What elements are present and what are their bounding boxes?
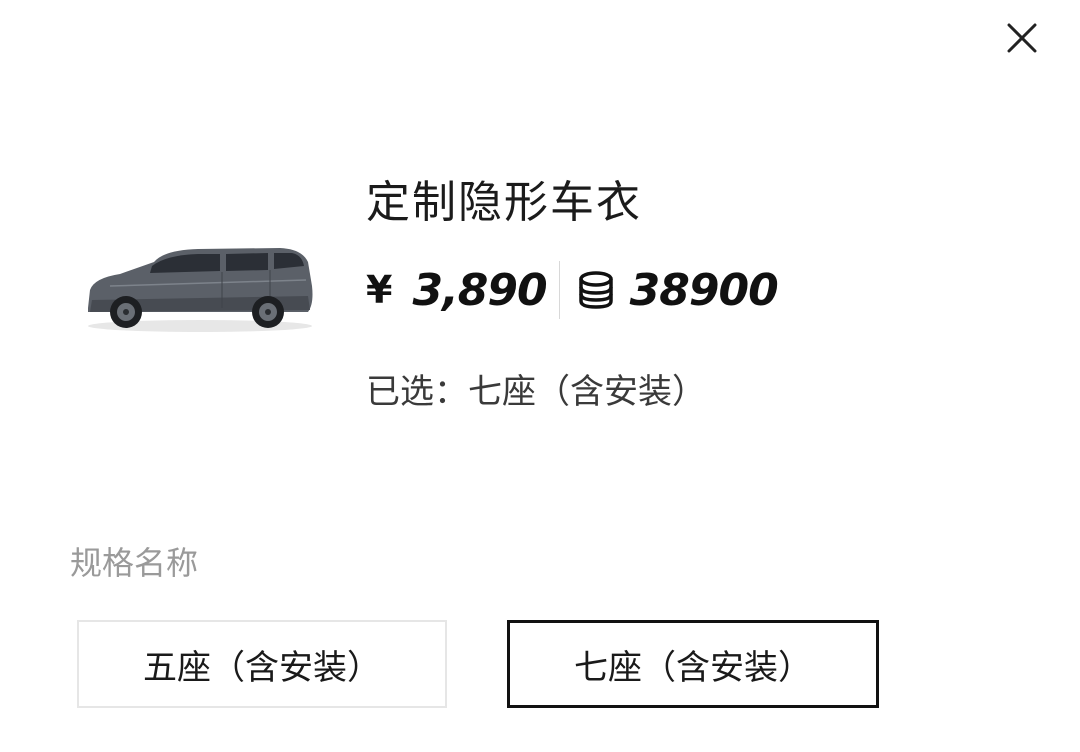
coin-stack-icon	[578, 271, 613, 309]
option-label: 七座（含安装）	[574, 647, 812, 688]
option-seven-seat[interactable]: 七座（含安装）	[507, 620, 879, 708]
close-button[interactable]	[1004, 20, 1040, 56]
price-divider	[558, 261, 560, 319]
price-value: 3,890	[412, 264, 547, 316]
option-five-seat[interactable]: 五座（含安装）	[77, 620, 447, 708]
close-icon	[1007, 23, 1037, 53]
selected-spec-text: 已选：七座（含安装）	[366, 372, 706, 412]
product-image	[80, 238, 320, 338]
price-row: ¥ 3,890 38900	[366, 260, 779, 320]
currency-symbol: ¥	[366, 268, 393, 312]
spec-label: 规格名称	[70, 544, 199, 582]
option-label: 五座（含安装）	[143, 647, 381, 688]
points-value: 38900	[629, 264, 779, 316]
car-thumbnail	[88, 248, 313, 332]
product-title: 定制隐形车衣	[366, 177, 642, 228]
